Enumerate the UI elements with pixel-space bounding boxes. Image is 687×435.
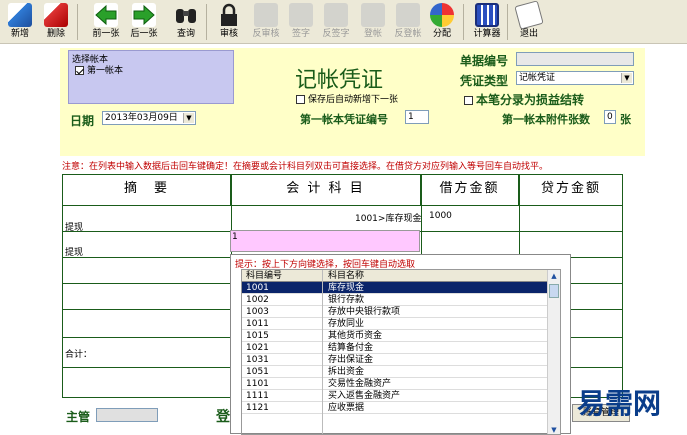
col-header-account: 会 计 科 目 <box>231 175 421 205</box>
new-doc-icon <box>8 3 32 27</box>
account-dropdown: 提示：按上下方向键选择，按回车键自动选取 科目编号 科目名称 1001 库存现金 1… <box>230 254 571 435</box>
unsign-icon <box>324 3 348 27</box>
voucher-no-field[interactable]: 1 <box>405 110 429 124</box>
delete-icon <box>44 3 68 27</box>
sign-icon <box>289 3 313 27</box>
unaudit-button[interactable]: 反审核 <box>248 2 284 42</box>
list-item[interactable]: 1101 交易性金融资产 <box>242 378 548 390</box>
chevron-down-icon[interactable]: ▼ <box>183 113 194 123</box>
list-item[interactable]: 1001 库存现金 <box>242 282 548 294</box>
voucher-no-label: 第一帐本凭证编号 <box>300 113 388 126</box>
checkbox-icon[interactable] <box>296 95 305 104</box>
doc-no-label: 单据编号 <box>460 54 509 68</box>
col-header-credit: 贷方金额 <box>540 181 601 196</box>
next-button[interactable]: 后一张 <box>126 2 162 42</box>
post-button[interactable]: 登帐 <box>355 2 391 42</box>
list-item[interactable]: 1121 应收票据 <box>242 402 548 414</box>
page-title: 记帐凭证 <box>295 68 384 93</box>
total-label: 合计： <box>65 350 93 360</box>
attach-count-field[interactable]: 0 <box>604 110 616 124</box>
auto-new-checkbox[interactable]: 保存后自动新增下一张 <box>296 92 398 105</box>
date-picker[interactable]: 2013年03月09日 ▼ <box>102 111 196 125</box>
unaudit-icon <box>254 3 278 27</box>
register-label: 登 <box>216 409 230 425</box>
manager-label: 主管 <box>66 410 91 424</box>
list-item[interactable]: 1021 结算备付金 <box>242 342 548 354</box>
row1-summary[interactable]: 提现 <box>65 220 83 233</box>
input-hint: 注意：在列表中输入数据后击回车键确定！在摘要或会计科目列双击可直接选择。在借贷方… <box>62 162 549 172</box>
row1-debit[interactable]: 1000 <box>429 211 452 221</box>
account-input[interactable]: 1 <box>230 230 420 252</box>
chevron-down-icon[interactable]: ▼ <box>621 73 632 83</box>
unpost-icon <box>396 3 420 27</box>
type-label: 凭证类型 <box>460 74 509 88</box>
row1-account[interactable]: 1001>库存现金 <box>355 211 421 224</box>
account-selector: 选择帐本 第一帐本 <box>68 50 234 104</box>
attach-unit: 张 <box>620 113 631 126</box>
date-label: 日期 <box>70 114 95 128</box>
list-item[interactable]: 1002 银行存款 <box>242 294 548 306</box>
profit-checkbox[interactable]: 本笔分录为损益结转 <box>464 91 584 108</box>
watermark: 易需网 <box>577 387 662 420</box>
list-header: 科目编号 科目名称 <box>242 270 548 282</box>
post-icon <box>361 3 385 27</box>
doc-no-field[interactable] <box>516 52 634 66</box>
attach-label: 第一帐本附件张数 <box>502 113 590 126</box>
audit-button[interactable]: 审核 <box>211 2 247 42</box>
arrow-left-icon <box>94 3 118 27</box>
list-item[interactable]: 1051 拆出资金 <box>242 366 548 378</box>
list-item[interactable]: 1003 存放中央银行款项 <box>242 306 548 318</box>
col-header-debit: 借方金额 <box>421 175 519 205</box>
row2-summary[interactable]: 提现 <box>65 245 83 258</box>
calculator-button[interactable]: 计算器 <box>469 2 505 42</box>
manager-field[interactable] <box>96 408 158 422</box>
lock-icon <box>217 3 241 27</box>
list-scrollbar[interactable]: ▲ ▼ <box>547 270 560 434</box>
binoculars-icon <box>174 3 198 27</box>
new-button[interactable]: 新增 <box>2 2 38 42</box>
calculator-icon <box>475 3 499 27</box>
list-item[interactable]: 1015 其他货币资金 <box>242 330 548 342</box>
exit-button[interactable]: 退出 <box>511 0 547 42</box>
pie-chart-icon <box>430 3 454 27</box>
unsign-button[interactable]: 反签字 <box>318 2 354 42</box>
list-item[interactable]: 1011 存放同业 <box>242 318 548 330</box>
list-item[interactable]: 1031 存出保证金 <box>242 354 548 366</box>
checkbox-icon[interactable] <box>464 96 473 105</box>
chevron-up-icon[interactable]: ▲ <box>549 271 559 281</box>
delete-button[interactable]: 删除 <box>38 2 74 42</box>
checkbox-icon[interactable] <box>75 66 84 75</box>
voucher-type-select[interactable]: 记帐凭证 ▼ <box>516 71 634 85</box>
unpost-button[interactable]: 反登帐 <box>390 2 426 42</box>
account-list: 科目编号 科目名称 1001 库存现金 1002 银行存款 1003 存放中央银行款项 … <box>241 269 561 435</box>
prev-button[interactable]: 前一张 <box>88 2 124 42</box>
search-button[interactable]: 查询 <box>168 2 204 42</box>
toolbar: 新增 删除 前一张 后一张 查询 审核 反审核 签字 反签字 登帐 反登帐 分配… <box>0 0 687 44</box>
exit-icon <box>514 0 544 30</box>
account-checkbox-row[interactable]: 第一帐本 <box>75 63 123 76</box>
list-item[interactable]: 1111 买入返售金融资产 <box>242 390 548 402</box>
allocate-button[interactable]: 分配 <box>424 2 460 42</box>
col-header-summary: 摘 要 <box>63 175 231 205</box>
sign-button[interactable]: 签字 <box>283 2 319 42</box>
scroll-thumb[interactable] <box>549 284 559 298</box>
arrow-right-icon <box>132 3 156 27</box>
